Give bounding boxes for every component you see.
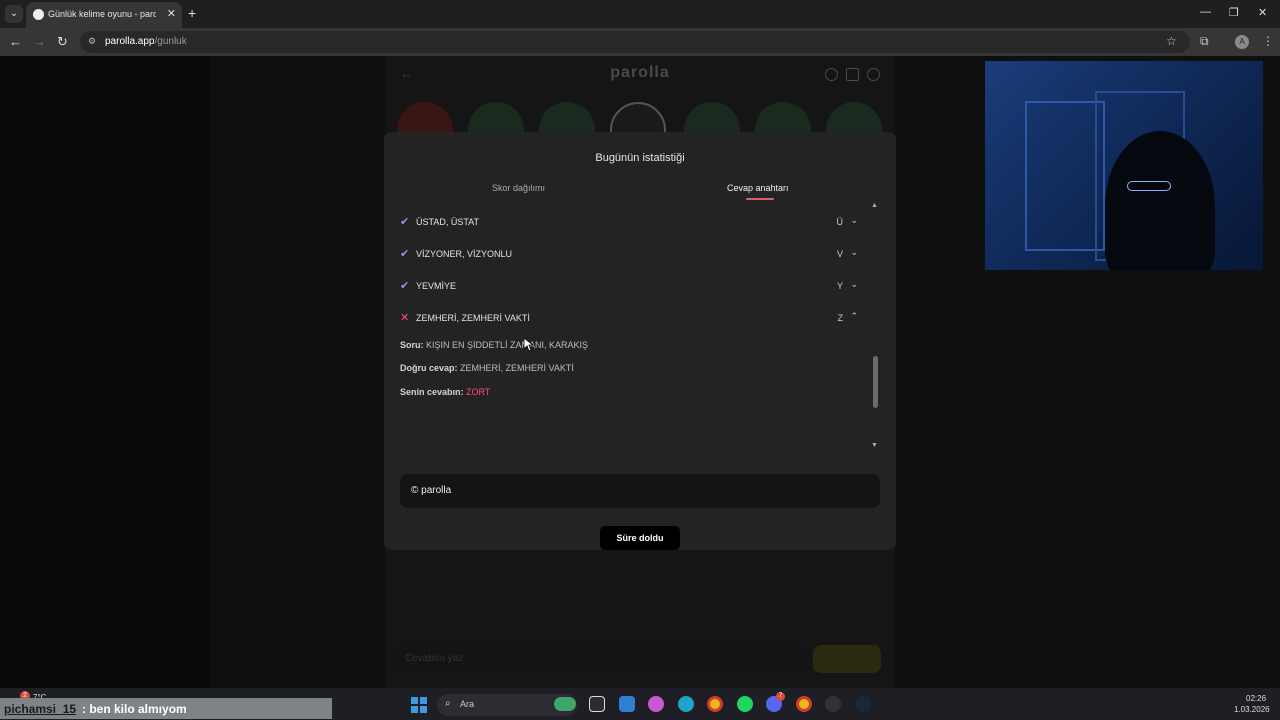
answer-input[interactable]: Cevabını yaz [395,645,805,673]
tab-favicon-icon [33,9,44,20]
start-menu-icon[interactable] [411,697,427,713]
cross-icon: ✕ [400,312,410,324]
tab-search-chevron-icon[interactable]: ⌄ [5,5,23,23]
chrome-active-icon[interactable] [796,696,812,712]
chat-message: : ben kilo almıyom [82,702,187,716]
tab-strip: ⌄ Günlük kelime oyunu - parolla ✕ + — ❐ … [0,0,1280,28]
share-text: © parolla [411,485,452,496]
check-icon: ✔ [400,216,410,228]
forward-icon[interactable]: → [33,34,46,49]
answer-word: ZEMHERİ, ZEMHERİ VAKTİ [416,313,530,323]
webcam-shelf [1025,101,1105,251]
restore-icon[interactable]: ❐ [1229,6,1239,19]
share-box[interactable]: © parolla [400,474,880,508]
webcam-glasses [1127,181,1171,191]
profile-avatar[interactable]: A [1235,35,1249,49]
answer-row[interactable]: ✔ YEVMİYE Y ⌄ [400,276,860,296]
check-icon: ✔ [400,248,410,260]
tab-score-distribution[interactable]: Skor dağılımı [492,183,545,193]
scrollbar-thumb[interactable] [873,356,878,408]
chrome-icon[interactable] [707,696,723,712]
detail-user-answer: Senin cevabın: ZORT [400,387,491,397]
webcam-person [1105,131,1215,270]
browser-tab[interactable]: Günlük kelime oyunu - parolla ✕ [26,2,182,28]
chevron-up-icon: ⌃ [850,311,858,321]
brand-logo: parolla [610,64,670,81]
stats-modal: Bugünün istatistiği Skor dağılımı Cevap … [384,132,896,550]
info-icon[interactable] [825,68,838,81]
spotify-icon[interactable] [737,696,753,712]
minimize-icon[interactable]: — [1200,6,1211,18]
modal-title: Bugünün istatistiği [595,152,685,164]
outlook-icon[interactable] [619,696,635,712]
answer-letter: Z [837,313,844,323]
page-back-icon[interactable]: ← [400,66,413,81]
detail-question: Soru: KIŞIN EN ŞİDDETLİ ZAMANI, KARAKIŞ [400,340,589,350]
chevron-down-icon: ⌄ [850,279,858,289]
tab-answer-key[interactable]: Cevap anahtarı [727,183,789,193]
answer-letter: Ü [836,217,844,227]
back-icon[interactable]: ← [9,34,22,49]
obs-icon[interactable] [825,696,841,712]
time-up-button[interactable]: Süre doldu [600,526,680,550]
bookmark-star-icon[interactable]: ☆ [1166,34,1177,48]
chat-username: pichamsi_15 [4,702,77,716]
taskbar-widget-icon[interactable] [554,697,576,711]
steam-icon[interactable] [855,696,871,712]
answer-row-expanded[interactable]: ✕ ZEMHERİ, ZEMHERİ VAKTİ Z ⌃ [400,308,860,328]
copilot-icon[interactable] [648,696,664,712]
chevron-down-icon: ⌄ [850,247,858,257]
browser-menu-icon[interactable]: ⋮ [1262,34,1274,48]
answer-word: YEVMİYE [416,281,457,291]
clock-date[interactable]: 1.03.2026 [1234,705,1270,714]
tab-title: Günlük kelime oyunu - parolla [48,9,156,19]
check-icon: ✔ [400,280,410,292]
left-pane [0,56,210,688]
site-info-icon[interactable]: ⚙ [88,36,96,47]
webcam-overlay [985,61,1263,270]
search-label: Ara [460,699,475,709]
stats-icon[interactable] [846,68,859,81]
discord-badge: 7 [776,692,785,701]
window-close-icon[interactable]: ✕ [1258,6,1267,19]
scroll-up-arrow[interactable]: ▲ [871,202,878,209]
answer-word: ÜSTAD, ÜSTAT [416,217,479,227]
url-text: parolla.app/gunluk [105,36,187,47]
active-tab-indicator [746,198,774,200]
detail-correct-answer: Doğru cevap: ZEMHERİ, ZEMHERİ VAKTİ [400,363,574,373]
tab-close-icon[interactable]: ✕ [167,7,176,20]
extensions-icon[interactable]: ⧉ [1200,34,1209,49]
answer-word: VİZYONER, VİZYONLU [416,249,513,259]
address-bar[interactable]: ⚙ parolla.app/gunluk [80,31,1190,53]
edge-icon[interactable] [678,696,694,712]
scroll-down-arrow[interactable]: ▼ [871,442,878,449]
answer-letter: V [836,249,843,259]
submit-button[interactable] [813,645,881,673]
answer-row[interactable]: ✔ VİZYONER, VİZYONLU V ⌄ [400,244,860,264]
clock-time[interactable]: 02:26 [1246,694,1266,703]
answer-row[interactable]: ✔ ÜSTAD, ÜSTAT Ü ⌄ [400,212,860,232]
user-icon[interactable] [867,68,880,81]
chevron-down-icon: ⌄ [850,215,858,225]
task-view-icon[interactable] [589,696,605,712]
reload-icon[interactable]: ↻ [57,34,68,50]
answer-letter: Y [836,281,843,291]
search-icon: ⌕ [445,698,451,709]
new-tab-icon[interactable]: + [188,5,196,21]
